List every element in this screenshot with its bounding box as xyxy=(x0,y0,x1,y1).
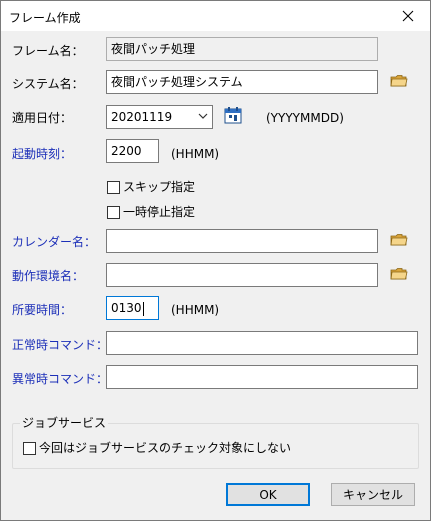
dialog-window: フレーム作成 フレーム名： 夜間パッチ処理 システム名： 夜間パッチ処理システム… xyxy=(0,0,431,521)
start-time-label: 起動時刻： xyxy=(12,147,73,161)
pause-checkbox-label: 一時停止指定 xyxy=(123,205,196,219)
normal-command-label: 正常時コマンド： xyxy=(12,338,109,352)
frame-name-label: フレーム名： xyxy=(12,44,84,58)
calendar-picker-button[interactable] xyxy=(223,105,245,125)
ok-button[interactable]: OK xyxy=(226,483,310,506)
title-bar: フレーム作成 xyxy=(1,1,430,31)
start-time-field[interactable]: 2200 xyxy=(106,139,159,163)
required-time-format-hint: (HHMM) xyxy=(171,303,220,317)
required-time-field[interactable]: 0130 xyxy=(106,296,159,320)
job-service-group-title: ジョブサービス xyxy=(20,416,109,430)
system-name-field[interactable]: 夜間パッチ処理システム xyxy=(106,70,378,94)
skip-checkbox-label: スキップ指定 xyxy=(123,180,196,194)
start-time-format-hint: (HHMM) xyxy=(171,147,220,161)
folder-icon xyxy=(390,268,408,280)
close-button[interactable] xyxy=(386,1,430,31)
environment-name-field[interactable] xyxy=(106,263,378,287)
folder-icon xyxy=(390,234,408,246)
pause-checkbox[interactable] xyxy=(107,206,120,219)
apply-date-label: 適用日付： xyxy=(12,111,73,125)
job-service-exclude-checkbox[interactable] xyxy=(23,442,36,455)
required-time-value: 0130 xyxy=(111,301,142,315)
calendar-browse-button[interactable] xyxy=(388,230,410,250)
calendar-name-field[interactable] xyxy=(106,229,378,253)
environment-browse-button[interactable] xyxy=(388,264,410,284)
calendar-name-label: カレンダー名： xyxy=(12,235,97,249)
environment-name-label: 動作環境名： xyxy=(12,269,85,283)
abnormal-command-label: 異常時コマンド： xyxy=(12,372,109,386)
frame-name-field: 夜間パッチ処理 xyxy=(106,37,378,61)
apply-date-value: 20201119 xyxy=(111,110,173,124)
skip-checkbox[interactable] xyxy=(107,181,120,194)
abnormal-command-field[interactable] xyxy=(106,365,418,389)
system-name-browse-button[interactable] xyxy=(388,71,410,91)
window-title: フレーム作成 xyxy=(9,11,81,25)
calendar-icon xyxy=(224,107,242,124)
cancel-button[interactable]: キャンセル xyxy=(331,483,415,506)
job-service-exclude-label: 今回はジョブサービスのチェック対象にしない xyxy=(39,441,292,455)
apply-date-combo[interactable]: 20201119 xyxy=(106,105,213,129)
close-icon xyxy=(402,10,414,22)
chevron-down-icon xyxy=(198,113,208,119)
required-time-label: 所要時間： xyxy=(12,303,73,317)
apply-date-format-hint: (YYYYMMDD) xyxy=(266,111,344,125)
system-name-label: システム名： xyxy=(12,77,84,91)
text-caret xyxy=(142,301,144,316)
folder-icon xyxy=(390,75,408,87)
normal-command-field[interactable] xyxy=(106,331,418,355)
